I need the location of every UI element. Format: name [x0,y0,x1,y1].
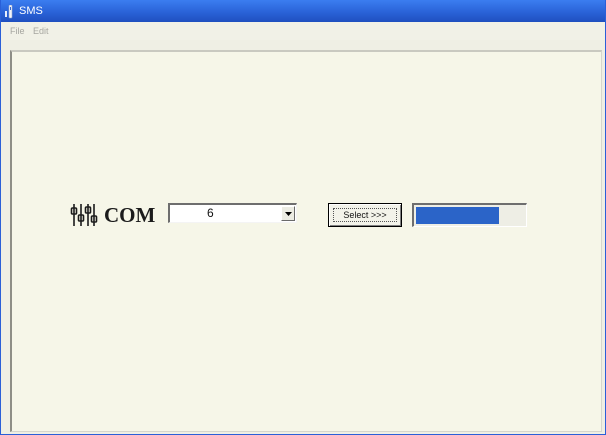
title-bar[interactable]: SMS [1,0,605,22]
com-port-dropdown[interactable]: 6 [168,203,297,223]
menu-bar: File Edit [1,22,605,40]
menu-file[interactable]: File [10,25,25,37]
com-label: COM [104,203,156,227]
select-button-label: Select >>> [343,210,387,220]
serial-port-icon [70,202,98,228]
client-area [10,50,602,432]
progress-bar [412,203,527,227]
chevron-down-icon [285,212,292,216]
select-button[interactable]: Select >>> [328,203,402,227]
com-port-value: 6 [207,206,214,220]
phone-icon [4,4,16,19]
window-title: SMS [19,5,43,17]
dropdown-arrow-button[interactable] [281,206,295,221]
app-window: SMS File Edit COM 6 Select >>> [0,0,606,435]
progress-fill [416,207,499,224]
menu-edit[interactable]: Edit [33,25,49,37]
